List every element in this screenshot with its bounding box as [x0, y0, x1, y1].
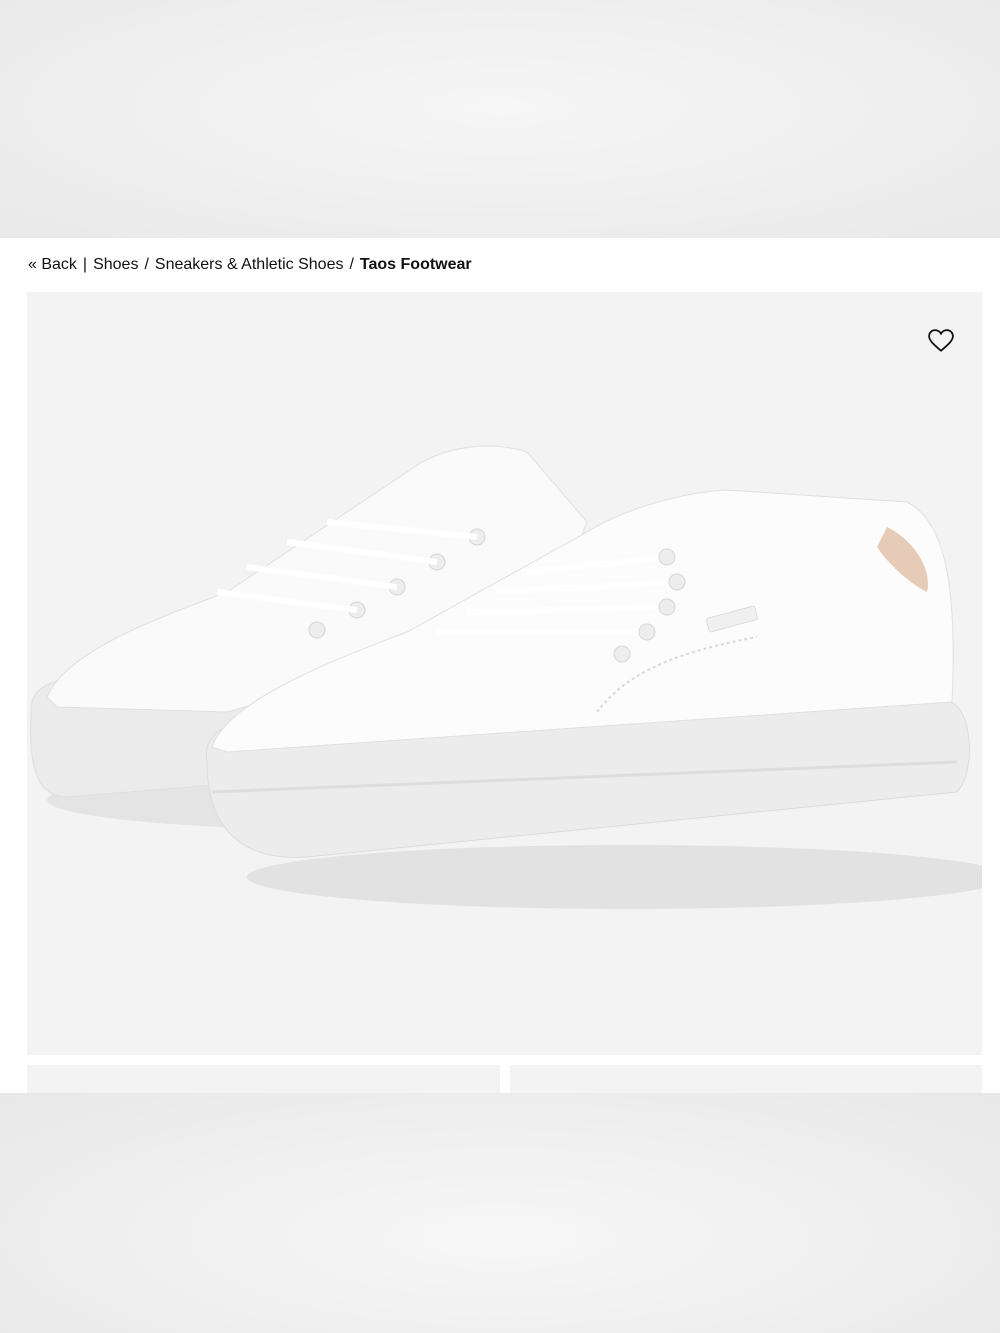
- bottom-fade-overlay: [0, 1093, 1000, 1333]
- heart-icon[interactable]: [928, 328, 954, 354]
- product-thumbnail-1[interactable]: [27, 1065, 500, 1093]
- breadcrumb-item-brand[interactable]: Taos Footwear: [360, 254, 472, 276]
- product-main-image[interactable]: [27, 292, 982, 1055]
- breadcrumb-item-sneakers[interactable]: Sneakers & Athletic Shoes: [155, 254, 344, 276]
- breadcrumb: « Back | Shoes / Sneakers & Athletic Sho…: [28, 254, 472, 276]
- breadcrumb-separator: /: [144, 256, 149, 273]
- product-thumbnail-2[interactable]: [510, 1065, 982, 1093]
- breadcrumb-divider: |: [82, 256, 88, 273]
- top-fade-overlay: [0, 0, 1000, 238]
- back-link[interactable]: « Back: [28, 254, 77, 276]
- product-image: [30, 445, 982, 909]
- breadcrumb-separator: /: [349, 256, 354, 273]
- breadcrumb-item-shoes[interactable]: Shoes: [93, 254, 138, 276]
